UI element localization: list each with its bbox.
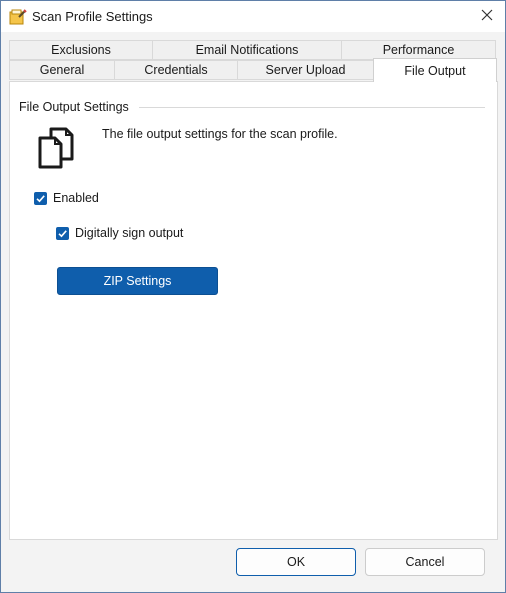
title-bar[interactable]: Scan Profile Settings [1,1,505,32]
tab-general[interactable]: General [9,60,115,80]
cancel-button[interactable]: Cancel [365,548,485,576]
zip-settings-button[interactable]: ZIP Settings [57,267,218,295]
dialog-window: Scan Profile Settings Exclusions Email N… [0,0,506,593]
tab-email-notifications[interactable]: Email Notifications [152,40,342,60]
tab-server-upload[interactable]: Server Upload [237,60,374,80]
close-icon [481,9,493,24]
close-button[interactable] [469,1,505,32]
tab-panel-file-output [9,81,498,540]
enabled-label[interactable]: Enabled [53,191,99,205]
digitally-sign-checkbox[interactable] [56,227,69,240]
tab-credentials[interactable]: Credentials [114,60,238,80]
description-text: The file output settings for the scan pr… [102,127,338,141]
ok-button[interactable]: OK [236,548,356,576]
checkmark-icon [36,195,45,203]
tab-exclusions[interactable]: Exclusions [9,40,153,60]
window-title: Scan Profile Settings [32,9,153,24]
digitally-sign-label[interactable]: Digitally sign output [75,226,183,240]
group-divider [139,107,485,108]
enabled-checkbox[interactable] [34,192,47,205]
tab-performance[interactable]: Performance [341,40,496,60]
tab-file-output[interactable]: File Output [373,58,497,82]
checkmark-icon [58,230,67,238]
group-title: File Output Settings [19,100,133,114]
documents-icon [37,127,75,169]
scan-profile-app-icon [9,8,27,25]
